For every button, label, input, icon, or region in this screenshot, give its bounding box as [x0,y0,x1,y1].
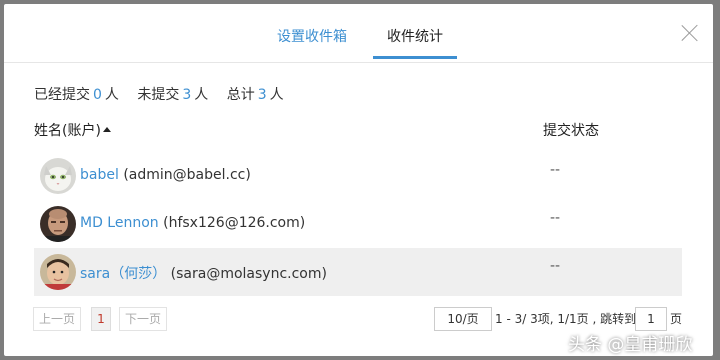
jump-page-unit: 页 [670,312,683,326]
table-row: babel (admin@babel.cc) -- [34,152,682,200]
user-account: (sara@molasync.com) [170,266,327,282]
column-header-status: 提交状态 [543,123,599,139]
pagination-info: 1 - 3/ 3项, 1/1页 , 跳转到 [495,312,637,326]
tab-setup-inbox[interactable]: 设置收件箱 [277,26,347,46]
man-portrait-icon [40,206,76,242]
unsubmitted-summary: 未提交 3 人 [137,87,212,103]
active-tab-indicator [373,56,457,59]
current-page-button[interactable]: 1 [91,307,111,331]
submitted-unit: 人 [104,87,119,103]
total-label: 总计 [226,87,255,103]
submitted-count: 0 [93,87,102,103]
next-page-button[interactable]: 下一页 [119,307,167,331]
unsubmitted-count: 3 [182,87,192,103]
inbox-stats-modal: 设置收件箱 收件统计 已经提交 0 人 未提交 3 人 总计 3 人 姓名(账户) 提交状态 [4,4,713,356]
user-account: (admin@babel.cc) [123,167,251,183]
submitted-summary: 已经提交 0 人 [34,87,123,103]
table-row: sara（何莎） (sara@molasync.com) -- [34,248,682,296]
table-row: MD Lennon (hfsx126@126.com) -- [34,200,682,248]
total-unit: 人 [269,87,284,103]
child-portrait-icon [40,254,76,290]
tab-inbox-stats[interactable]: 收件统计 [387,26,443,46]
close-icon[interactable] [681,24,699,42]
user-name-account: MD Lennon (hfsx126@126.com) [80,215,305,231]
submission-summary: 已经提交 0 人 未提交 3 人 总计 3 人 [34,84,298,104]
user-account: (hfsx126@126.com) [163,215,306,231]
submit-status: -- [550,258,561,274]
unsubmitted-unit: 人 [194,87,209,103]
user-name-link[interactable]: MD Lennon [80,215,159,231]
user-name-account: sara（何莎） (sara@molasync.com) [80,263,327,283]
sort-ascending-icon [102,127,111,132]
user-name-account: babel (admin@babel.cc) [80,167,251,183]
submitted-label: 已经提交 [34,87,90,103]
prev-page-button[interactable]: 上一页 [33,307,81,331]
modal-tabs: 设置收件箱 收件统计 [4,4,713,63]
submit-status: -- [550,162,561,178]
unsubmitted-label: 未提交 [137,87,180,103]
cat-icon [40,158,76,194]
column-header-name[interactable]: 姓名(账户) [34,120,111,140]
total-summary: 总计 3 人 [227,87,284,103]
jump-page-input[interactable]: 1 [635,307,667,331]
page-size-select[interactable]: 10/页 [434,307,492,331]
submit-status: -- [550,210,561,226]
watermark-text: 头条 @皇甫珊欣 [568,335,693,355]
user-name-link[interactable]: sara（何莎） [80,266,166,282]
total-count: 3 [257,87,267,103]
column-header-name-label: 姓名(账户) [34,123,101,139]
user-name-link[interactable]: babel [80,167,119,183]
